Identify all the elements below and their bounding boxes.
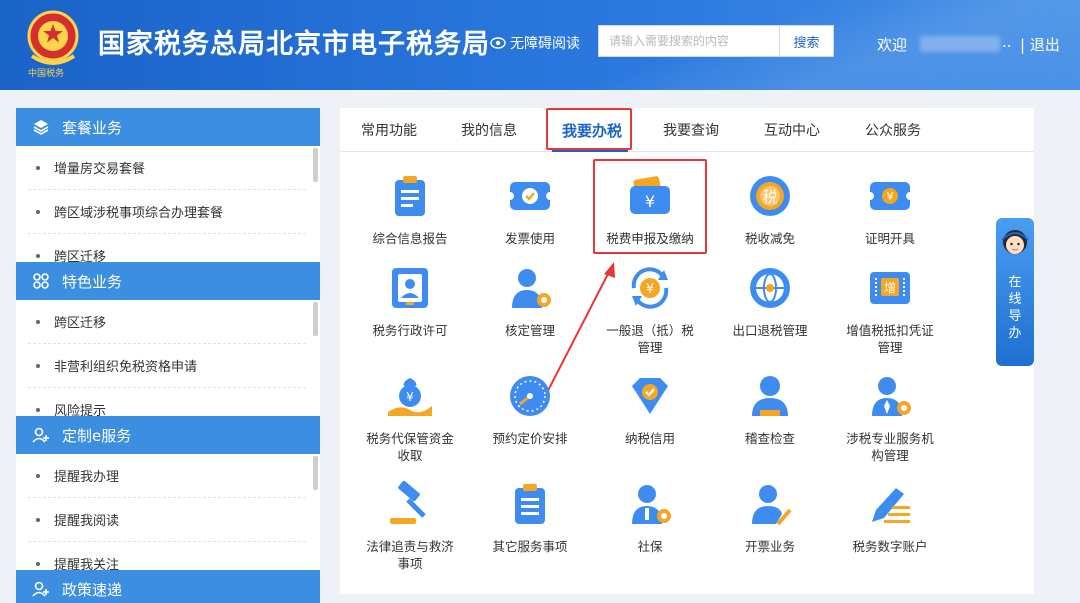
report-icon: [395, 176, 425, 216]
sidebar-section-custom[interactable]: 定制e服务: [16, 416, 320, 454]
main-panel: 常用功能 我的信息 我要办税 我要查询 互动中心 公众服务 综合信息报告 发票使…: [340, 108, 1034, 594]
sidebar-item[interactable]: 增量房交易套餐: [28, 146, 306, 190]
sidebar-list: 提醒我办理 提醒我阅读 提醒我关注: [16, 454, 320, 570]
tax-emblem-icon: [27, 10, 79, 65]
legal-icon: [390, 480, 426, 524]
scrollbar[interactable]: [313, 456, 318, 490]
service-tile[interactable]: 税 税收减免: [710, 172, 830, 247]
svg-text:税: 税: [762, 188, 777, 206]
search-input[interactable]: [599, 26, 779, 56]
sidebar-item[interactable]: 非营利组织免税资格申请: [28, 344, 306, 388]
service-tile[interactable]: 其它服务事项: [470, 480, 590, 555]
other-service-icon: [515, 484, 545, 524]
social-security-icon: [632, 485, 671, 524]
layers-icon: [33, 120, 49, 135]
digital-account-icon: [872, 488, 910, 523]
custody-fund-icon: ¥: [388, 378, 432, 416]
header-bar: 中国税务 国家税务总局北京市电子税务局 无障碍阅读 搜索 欢迎 .. | 退出: [0, 0, 1080, 90]
service-tile[interactable]: 开票业务: [710, 480, 830, 555]
export-refund-icon: [750, 268, 790, 308]
svg-text:¥: ¥: [887, 190, 894, 203]
welcome-text: 欢迎: [877, 36, 908, 54]
user-add-icon: [32, 427, 49, 443]
sidebar-item[interactable]: 风险提示: [28, 388, 306, 416]
sidebar-item[interactable]: 提醒我关注: [28, 542, 306, 570]
sidebar-section-featured[interactable]: 特色业务: [16, 262, 320, 300]
service-tile[interactable]: 纳税信用: [590, 372, 710, 447]
svg-text:¥: ¥: [406, 390, 414, 404]
assistant-avatar-icon: [1001, 230, 1029, 254]
eye-icon: [490, 37, 506, 49]
service-tile[interactable]: 核定管理: [470, 264, 590, 339]
service-agency-icon: [872, 377, 911, 416]
service-tile[interactable]: ¥ 一般退（抵）税 管理: [590, 264, 710, 356]
service-tile[interactable]: 增 增值税抵扣凭证 管理: [830, 264, 950, 356]
sidebar-section-title: 定制e服务: [62, 426, 132, 445]
sidebar-item[interactable]: 提醒我阅读: [28, 498, 306, 542]
service-tile[interactable]: 税务行政许可: [350, 264, 470, 339]
username-blurred: [920, 36, 1000, 52]
verify-manage-icon: [512, 269, 551, 308]
user-add-icon: [32, 581, 49, 597]
service-tile[interactable]: 法律追责与救济 事项: [350, 480, 470, 572]
billing-icon: [752, 485, 792, 526]
scrollbar[interactable]: [313, 302, 318, 336]
sidebar-section-title: 套餐业务: [62, 118, 123, 137]
svg-text:¥: ¥: [646, 282, 654, 297]
service-tile[interactable]: 综合信息报告: [350, 172, 470, 247]
service-tile[interactable]: ¥ 证明开具: [830, 172, 950, 247]
sidebar: 套餐业务 增量房交易套餐 跨区域涉税事项综合办理套餐 跨区迁移 特色业务 跨区迁…: [16, 108, 320, 603]
logout-link[interactable]: | 退出: [1020, 34, 1060, 55]
apps-icon: [33, 273, 49, 289]
username-suffix: ..: [1002, 33, 1012, 51]
tax-declare-icon: ¥: [630, 176, 670, 214]
sidebar-section-title: 特色业务: [62, 272, 123, 291]
scrollbar[interactable]: [313, 148, 318, 182]
certificate-icon: ¥: [866, 182, 914, 210]
svg-text:增: 增: [884, 281, 896, 295]
accessibility-label: 无障碍阅读: [510, 36, 580, 52]
credit-icon: [632, 378, 668, 414]
sidebar-item[interactable]: 提醒我办理: [28, 454, 306, 498]
online-guide-button[interactable]: 在 线 导 办: [996, 218, 1034, 366]
sidebar-section-package[interactable]: 套餐业务: [16, 108, 320, 146]
emblem-caption: 中国税务: [28, 69, 65, 79]
inspection-icon: [752, 376, 788, 416]
search-button[interactable]: 搜索: [779, 26, 833, 56]
refund-icon: ¥: [631, 267, 669, 309]
sidebar-list: 跨区迁移 非营利组织免税资格申请 风险提示: [16, 300, 320, 416]
service-tile[interactable]: ¥ 税费申报及缴纳: [590, 172, 710, 247]
sidebar-section-policy[interactable]: 政策速递: [16, 570, 320, 603]
online-guide-label: 在 线 导 办: [1008, 275, 1022, 341]
service-tile[interactable]: 出口退税管理: [710, 264, 830, 339]
sidebar-section-title: 政策速递: [62, 580, 123, 599]
service-tile[interactable]: 稽查检查: [710, 372, 830, 447]
service-tile[interactable]: 预约定价安排: [470, 372, 590, 447]
sidebar-list: 增量房交易套餐 跨区域涉税事项综合办理套餐 跨区迁移: [16, 146, 320, 262]
service-tile[interactable]: 涉税专业服务机 构管理: [830, 372, 950, 464]
accessibility-link[interactable]: 无障碍阅读: [490, 33, 580, 53]
service-tile[interactable]: 税务数字账户: [830, 480, 950, 555]
service-tile[interactable]: 社保: [590, 480, 710, 555]
site-title: 国家税务总局北京市电子税务局: [98, 29, 490, 60]
service-tile[interactable]: ¥ 税务代保管资金 收取: [350, 372, 470, 464]
invoice-icon: [506, 182, 554, 210]
search-box: 搜索: [598, 25, 834, 57]
svg-text:¥: ¥: [645, 192, 655, 211]
service-tile[interactable]: 发票使用: [470, 172, 590, 247]
sidebar-item[interactable]: 跨区迁移: [28, 300, 306, 344]
sidebar-item[interactable]: 跨区域涉税事项综合办理套餐: [28, 190, 306, 234]
license-icon: [392, 268, 428, 308]
pricing-icon: [510, 376, 550, 416]
sidebar-item[interactable]: 跨区迁移: [28, 234, 306, 262]
vat-voucher-icon: 增: [870, 272, 910, 304]
tax-relief-icon: 税: [750, 176, 790, 216]
